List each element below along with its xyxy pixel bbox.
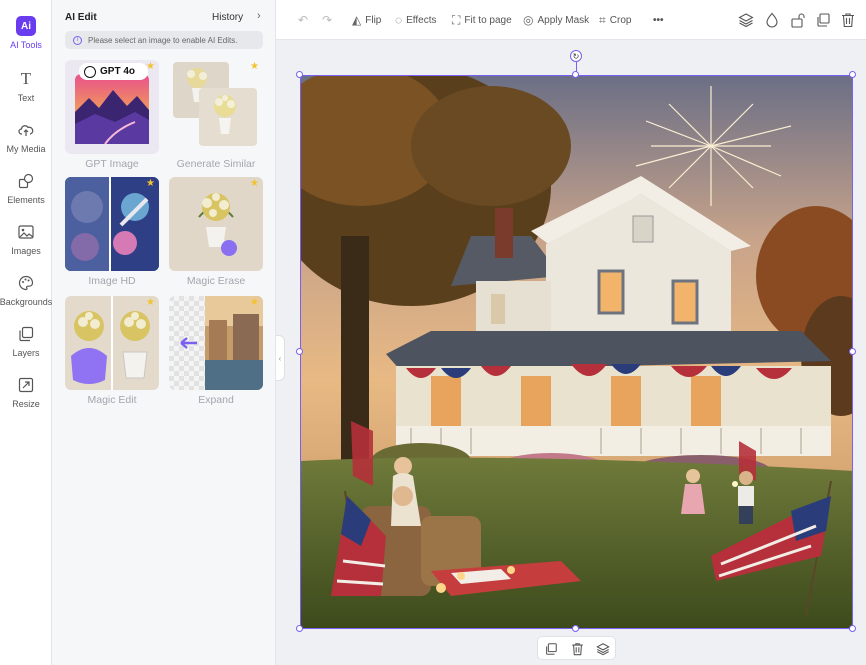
undo-icon: ↶ [298, 13, 309, 27]
layers-icon [596, 643, 610, 656]
star-icon: ★ [250, 178, 259, 189]
canvas-image[interactable] [300, 75, 853, 629]
lock-button[interactable] [790, 0, 806, 40]
tool-generate-similar[interactable]: ★ Generate Similar [169, 60, 263, 170]
upload-cloud-icon [16, 120, 36, 140]
resize-handle-n[interactable] [572, 71, 579, 78]
magic-edit-thumbnail [65, 296, 159, 390]
resize-handle-e[interactable] [849, 348, 856, 355]
panel-collapse-handle[interactable]: ‹ [276, 335, 285, 381]
generate-similar-thumbnail [169, 60, 263, 154]
ai-edit-panel: AI Edit History › i Please select an ima… [52, 0, 276, 665]
tool-label: Image HD [88, 275, 136, 287]
rail-layers[interactable]: Layers [0, 324, 52, 368]
notice-banner: i Please select an image to enable AI Ed… [65, 31, 263, 49]
star-icon: ★ [250, 297, 259, 308]
layers-icon [738, 13, 754, 28]
rail-elements[interactable]: Elements [0, 171, 52, 215]
effects-button[interactable]: ◌ Effects [395, 0, 437, 40]
chevron-right-icon[interactable]: › [257, 10, 261, 22]
star-icon: ★ [146, 297, 155, 308]
rail-images[interactable]: Images [0, 222, 52, 266]
layers-button[interactable] [590, 637, 616, 661]
more-button[interactable]: ••• [653, 0, 664, 40]
crop-icon: ⌗ [599, 12, 606, 27]
star-icon: ★ [146, 61, 155, 72]
droplet-icon [766, 12, 778, 28]
flip-button[interactable]: ◭ Flip [352, 0, 381, 40]
tool-magic-erase[interactable]: ★ Magic Erase [169, 177, 263, 287]
effects-icon: ◌ [395, 13, 403, 27]
redo-button[interactable]: ↷ [322, 0, 336, 40]
resize-handle-s[interactable] [572, 625, 579, 632]
house-scene-image [301, 76, 852, 628]
history-link[interactable]: History [212, 12, 243, 23]
star-icon: ★ [146, 178, 155, 189]
apply-mask-button[interactable]: ◎ Apply Mask [523, 0, 589, 40]
opacity-button[interactable] [765, 0, 779, 40]
delete-button[interactable] [564, 637, 590, 661]
trash-icon [571, 643, 583, 656]
resize-handle-ne[interactable] [849, 71, 856, 78]
resize-handle-nw[interactable] [296, 71, 303, 78]
undo-button[interactable]: ↶ [298, 0, 312, 40]
image-icon [16, 222, 36, 242]
duplicate-button[interactable] [538, 637, 564, 661]
rail-resize[interactable]: Resize [0, 375, 52, 419]
redo-icon: ↷ [322, 13, 333, 27]
tool-gpt-image[interactable]: GPT 4o ★ GPT Image [65, 60, 159, 170]
tool-label: Magic Erase [186, 275, 246, 287]
star-icon: ★ [250, 61, 259, 72]
tool-label: Generate Similar [176, 158, 256, 170]
tool-image-hd[interactable]: ★ Image HD [65, 177, 159, 287]
info-icon: i [73, 35, 82, 45]
tool-magic-edit[interactable]: ★ Magic Edit [65, 296, 159, 406]
flip-icon: ◭ [352, 13, 362, 27]
gpt-badge: GPT 4o [79, 63, 148, 80]
duplicate-icon [546, 643, 557, 655]
layers-order-button[interactable] [738, 0, 754, 40]
tool-label: GPT Image [85, 158, 139, 170]
left-rail: Ai AI Tools T Text My Media Elements Ima… [0, 0, 52, 665]
crop-button[interactable]: ⌗ Crop [599, 0, 631, 40]
duplicate-button[interactable] [815, 0, 831, 40]
layers-icon [16, 324, 36, 344]
rail-ai-tools[interactable]: Ai AI Tools [0, 16, 52, 60]
fit-icon: ⛶ [452, 12, 461, 27]
image-hd-thumbnail [65, 177, 159, 271]
resize-handle-w[interactable] [296, 348, 303, 355]
resize-handle-sw[interactable] [296, 625, 303, 632]
mask-icon: ◎ [523, 13, 534, 27]
delete-button[interactable] [841, 0, 855, 40]
rail-backgrounds[interactable]: Backgrounds [0, 273, 52, 317]
tool-expand[interactable]: ★ Expand [169, 296, 263, 406]
magic-erase-thumbnail [169, 177, 263, 271]
resize-icon [16, 375, 36, 395]
ai-icon: Ai [16, 16, 36, 36]
rail-my-media[interactable]: My Media [0, 120, 52, 164]
palette-icon [16, 273, 36, 293]
unlock-icon [791, 13, 805, 28]
resize-handle-se[interactable] [849, 625, 856, 632]
duplicate-icon [817, 13, 830, 27]
gpt-image-thumbnail: GPT 4o [65, 60, 159, 154]
trash-icon [842, 13, 854, 28]
text-icon: T [20, 69, 32, 88]
notice-text: Please select an image to enable AI Edit… [88, 35, 238, 45]
elements-icon [16, 171, 36, 191]
rotate-handle[interactable]: ↻ [570, 50, 582, 62]
tool-label: Magic Edit [87, 394, 137, 406]
openai-logo-icon [84, 65, 96, 78]
tool-label: Expand [198, 394, 234, 406]
panel-title: AI Edit [65, 12, 97, 23]
floating-action-bar [537, 636, 616, 660]
expand-thumbnail [169, 296, 263, 390]
rail-text[interactable]: T Text [0, 69, 52, 113]
top-toolbar: ↶ ↷ ◭ Flip ◌ Effects ⛶ Fit to page ◎ Apply M… [276, 0, 866, 40]
fit-to-page-button[interactable]: ⛶ Fit to page [452, 0, 512, 40]
